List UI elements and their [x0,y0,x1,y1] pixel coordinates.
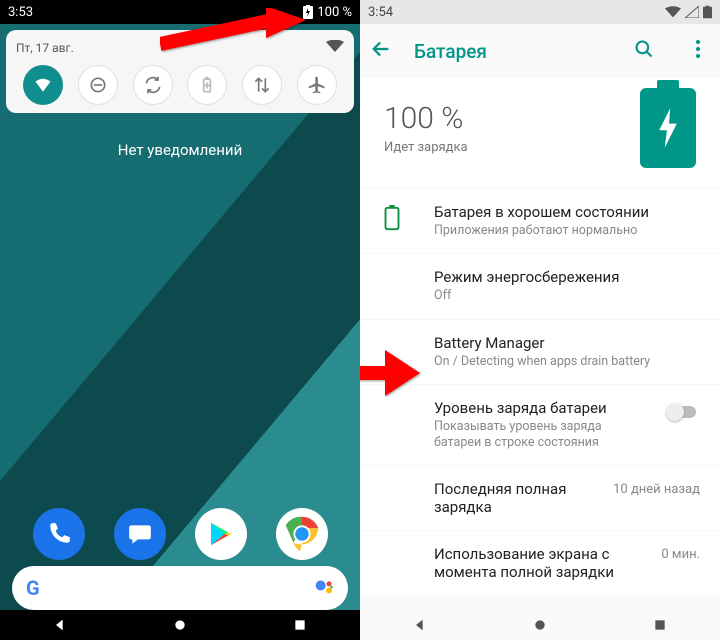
qs-dnd[interactable] [78,65,118,105]
row-title: Батарея в хорошем состоянии [434,203,700,221]
wifi-signal-icon [326,40,344,55]
search-button[interactable] [624,39,664,63]
nav-recent[interactable] [289,614,311,636]
quick-settings-row [16,65,344,105]
play-store-app[interactable] [195,508,247,560]
google-search-bar[interactable]: G [12,566,348,610]
battery-hero: 100 % Идет зарядка [360,78,720,188]
phone-app[interactable] [33,508,85,560]
notif-date: Пт, 17 авг. [16,41,74,55]
page-title: Батарея [414,40,602,63]
qs-airplane[interactable] [297,65,337,105]
messages-app[interactable] [114,508,166,560]
row-subtitle: On / Detecting when apps drain battery [434,354,700,370]
row-title: Режим энергосбережения [434,268,700,286]
row-title: Использование экрана с момента полной за… [434,545,700,581]
nav-home[interactable] [529,614,551,636]
nav-bar [0,610,360,640]
annotation-arrow-2 [360,350,420,396]
status-right: 100 % [303,5,352,20]
wifi-icon [665,6,681,18]
qs-mobile-data[interactable] [242,65,282,105]
status-bar: 3:54 [360,0,720,24]
qs-auto-rotate[interactable] [133,65,173,105]
row-subtitle: Off [434,288,700,304]
row-power-saver[interactable]: Режим энергосбережения Off [360,253,720,318]
battery-percent-label: 100 % [317,5,352,20]
row-screen-usage[interactable]: Использование экрана с момента полной за… [360,530,720,595]
status-time: 3:53 [8,5,33,20]
battery-icon [703,5,712,19]
nav-back[interactable] [409,614,431,636]
annotation-arrow-1 [160,8,310,68]
row-battery-health[interactable]: Батарея в хорошем состоянии Приложения р… [360,188,720,253]
no-notifications-label: Нет уведомлений [0,141,360,159]
nav-home[interactable] [169,614,191,636]
app-bar: Батарея [360,24,720,78]
charging-label: Идет зарядка [384,140,468,155]
row-title: Battery Manager [434,334,700,352]
nav-recent[interactable] [649,614,671,636]
status-right [665,5,712,19]
battery-large-icon [640,88,696,168]
row-last-full-charge[interactable]: Последняя полная зарядка 10 дней назад [360,465,720,530]
row-subtitle: Приложения работают нормально [434,223,700,239]
battery-level-switch[interactable] [666,403,700,421]
back-button[interactable] [370,38,392,64]
row-title: Уровень заряда батареи [434,399,700,417]
app-dock [0,508,360,560]
phone-home-screen: 3:53 100 % Пт, 17 авг. Нет уведомлений G [0,0,360,640]
status-time: 3:54 [368,5,393,20]
google-logo-icon: G [26,576,40,600]
battery-percent: 100 % [384,101,468,136]
battery-health-icon [382,205,406,229]
phone-battery-settings: 3:54 Батарея 100 % Идет зарядка Батарея … [360,0,720,640]
nav-bar [360,610,720,640]
assistant-icon[interactable] [314,578,334,598]
row-value: 10 дней назад [613,482,700,497]
overflow-menu[interactable] [686,40,710,62]
row-subtitle: Показывать уровень заряда батареи в стро… [434,419,700,452]
signal-icon [685,6,699,18]
qs-battery-saver[interactable] [187,65,227,105]
chrome-app[interactable] [276,508,328,560]
nav-back[interactable] [49,614,71,636]
qs-wifi[interactable] [23,65,63,105]
row-value: 0 мин. [661,547,700,562]
